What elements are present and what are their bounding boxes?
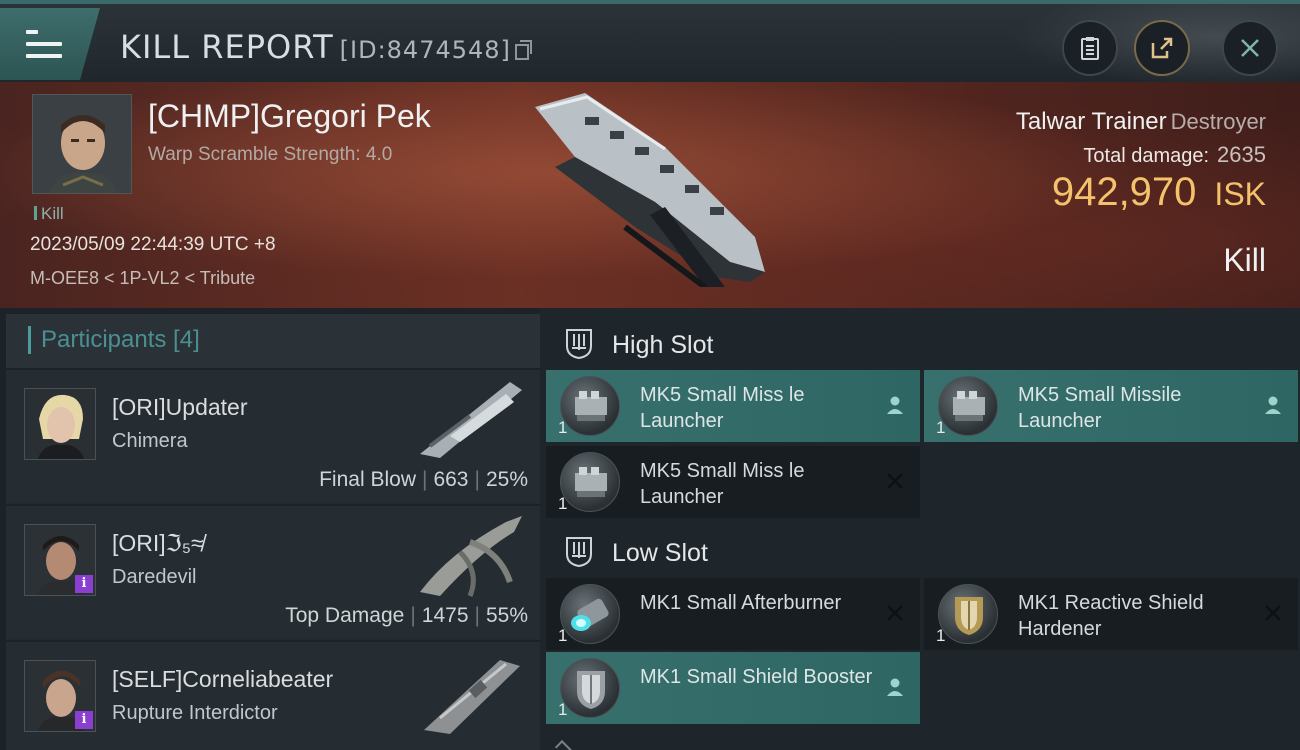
- fitting-panel: High Slot 1 MK5 Small Miss le Launcher 1…: [540, 308, 1300, 750]
- participant-name[interactable]: [ORI]Updater: [112, 394, 248, 421]
- next-section-peek: [554, 740, 584, 750]
- victim-ship-line: Talwar Trainer Destroyer: [1016, 108, 1266, 136]
- kill-datetime: 2023/05/09 22:44:39 UTC +8: [30, 234, 276, 255]
- fitted-item[interactable]: 1 MK5 Small Miss le Launcher: [546, 370, 920, 442]
- isk-value-line: 942,970 ISK: [1052, 170, 1266, 215]
- rupture-ship-image: [424, 660, 520, 734]
- isk-unit: ISK: [1214, 176, 1266, 212]
- close-icon: [1241, 39, 1259, 57]
- victim-portrait[interactable]: [32, 94, 132, 194]
- fitted-item[interactable]: 1 MK1 Reactive Shield Hardener: [924, 578, 1298, 650]
- participant-row[interactable]: i [SELF]Corneliabeater Rupture Interdict…: [6, 640, 540, 750]
- low-slot-label: Low Slot: [612, 539, 708, 567]
- participant-ship: Daredevil: [112, 566, 197, 588]
- participant-damage: 663: [433, 468, 469, 491]
- participant-stats: Final Blow | 663 | 25%: [319, 468, 528, 491]
- fitted-item[interactable]: 1 MK1 Small Shield Booster: [546, 652, 920, 724]
- high-slot-icon: [566, 329, 592, 360]
- chimera-ship-image: [420, 382, 522, 458]
- participant-portrait[interactable]: i: [24, 660, 96, 732]
- clipboard-icon: [1081, 37, 1099, 60]
- participant-role: Final Blow: [319, 468, 416, 491]
- participant-damage: 1475: [421, 604, 469, 627]
- item-quantity: 1: [936, 418, 946, 437]
- item-name: MK5 Small Missile Launcher: [1018, 384, 1182, 432]
- info-badge-icon: i: [75, 575, 93, 593]
- person-icon: [887, 396, 903, 414]
- participant-row[interactable]: i [ORI]ℑ₅≉ Daredevil Top Damage | 1475 | 55%: [6, 504, 540, 638]
- participants-panel: Participants [4] [ORI]Updater Chimera Fi…: [6, 314, 540, 750]
- item-name: MK5 Small Miss le Launcher: [640, 460, 805, 508]
- destroyed-x-icon: [887, 605, 903, 621]
- item-name: MK1 Reactive Shield Hardener: [1018, 592, 1204, 640]
- item-name: MK1 Small Shield Booster: [640, 666, 873, 688]
- low-slot-icon: [566, 537, 592, 568]
- top-bar: KILL REPORT [ID:8474548]: [0, 0, 1300, 86]
- destroyed-x-icon: [887, 473, 903, 489]
- victim-ship-class: Destroyer: [1170, 109, 1266, 134]
- missile-launcher-icon: [560, 376, 620, 436]
- result-label: Kill: [1223, 242, 1266, 278]
- info-badge-icon: i: [75, 711, 93, 729]
- total-damage: Total damage: 2635: [1083, 142, 1266, 168]
- afterburner-icon: [560, 584, 620, 644]
- participant-portrait[interactable]: i: [24, 524, 96, 596]
- victim-panel: [CHMP]Gregori Pek Warp Scramble Strength…: [0, 82, 1300, 308]
- low-slot-header: Low Slot: [540, 522, 1300, 578]
- report-id: [ID:8474548]: [339, 36, 511, 64]
- kill-tag: Kill: [34, 204, 64, 224]
- victim-ship-image: [535, 93, 765, 287]
- fitted-item[interactable]: 1 MK1 Small Afterburner: [546, 578, 920, 650]
- daredevil-ship-image: [420, 516, 522, 597]
- share-button[interactable]: [1134, 20, 1190, 76]
- item-quantity: 1: [936, 626, 946, 645]
- item-quantity: 1: [558, 626, 568, 645]
- participant-percent: 25%: [485, 468, 528, 491]
- title-text: KILL REPORT: [120, 28, 334, 66]
- victim-name[interactable]: [CHMP]Gregori Pek: [148, 98, 431, 135]
- copy-icon[interactable]: [514, 40, 532, 60]
- participant-ship: Rupture Interdictor: [112, 702, 278, 724]
- item-quantity: 1: [558, 494, 568, 513]
- missile-launcher-icon: [560, 452, 620, 512]
- participant-ship: Chimera: [112, 430, 188, 452]
- participant-portrait[interactable]: [24, 388, 96, 460]
- participant-row[interactable]: [ORI]Updater Chimera Final Blow | 663 | 25%: [6, 368, 540, 502]
- hamburger-icon: [26, 30, 62, 58]
- item-quantity: 1: [558, 700, 568, 719]
- item-name: MK1 Small Afterburner: [640, 592, 842, 614]
- participants-title: Participants [4]: [28, 326, 200, 354]
- participant-stats: Top Damage | 1475 | 55%: [285, 604, 528, 627]
- participant-name[interactable]: [SELF]Corneliabeater: [112, 666, 333, 693]
- shield-booster-icon: [560, 658, 620, 718]
- high-slot-header: High Slot: [540, 314, 1300, 370]
- person-icon: [887, 678, 903, 696]
- victim-ship-name[interactable]: Talwar Trainer: [1016, 108, 1167, 135]
- fitted-item[interactable]: 1 MK5 Small Miss le Launcher: [546, 446, 920, 518]
- participant-name[interactable]: [ORI]ℑ₅≉: [112, 530, 204, 557]
- high-slot-label: High Slot: [612, 331, 714, 359]
- shield-hardener-icon: [938, 584, 998, 644]
- victim-subtitle: Warp Scramble Strength: 4.0: [148, 144, 393, 165]
- total-damage-label: Total damage:: [1083, 145, 1210, 167]
- clipboard-button[interactable]: [1062, 20, 1118, 76]
- share-icon: [1151, 37, 1173, 59]
- participant-role: Top Damage: [285, 604, 405, 627]
- missile-launcher-icon: [938, 376, 998, 436]
- isk-value: 942,970: [1051, 170, 1197, 214]
- item-quantity: 1: [558, 418, 568, 437]
- item-name: MK5 Small Miss le Launcher: [640, 384, 805, 432]
- pilot-portrait-image: [33, 95, 131, 193]
- total-damage-value: 2635: [1217, 142, 1266, 167]
- kill-location[interactable]: M-OEE8 < 1P-VL2 < Tribute: [30, 268, 255, 289]
- close-button[interactable]: [1222, 20, 1278, 76]
- page-title: KILL REPORT [ID:8474548]: [120, 28, 532, 66]
- participants-header: Participants [4]: [6, 314, 540, 368]
- person-icon: [1265, 396, 1281, 414]
- destroyed-x-icon: [1265, 605, 1281, 621]
- fitted-item[interactable]: 1 MK5 Small Missile Launcher: [924, 370, 1298, 442]
- menu-button[interactable]: [0, 8, 100, 80]
- pilot-portrait-image: [25, 389, 95, 459]
- participant-percent: 55%: [485, 604, 528, 627]
